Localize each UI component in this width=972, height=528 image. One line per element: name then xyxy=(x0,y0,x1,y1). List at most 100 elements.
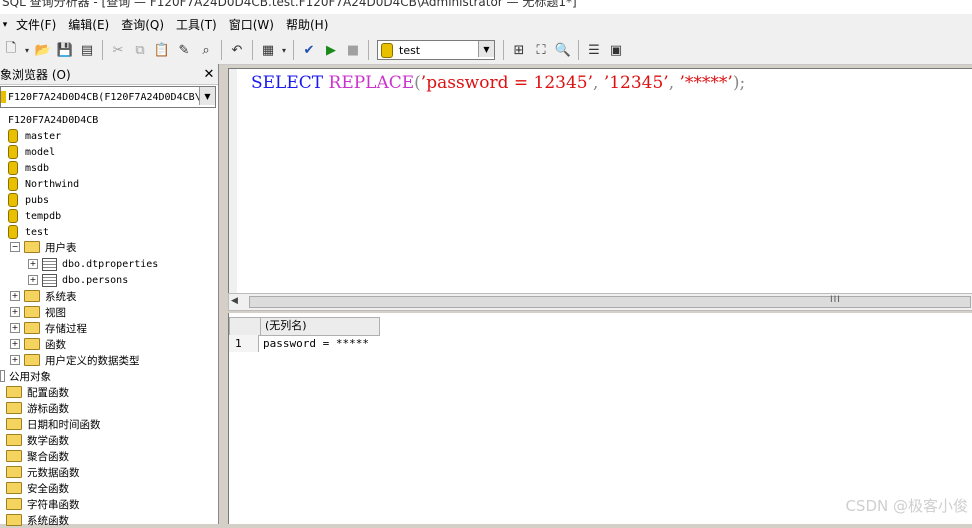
results-corner[interactable] xyxy=(229,317,261,336)
tree-folder-aggregate-functions[interactable]: 聚合函数 xyxy=(6,448,69,464)
tree-db-master[interactable]: master xyxy=(8,128,61,144)
expand-icon[interactable]: + xyxy=(10,307,20,317)
results-cell[interactable]: password = ***** xyxy=(259,335,369,352)
server-select[interactable]: F120F7A24D0D4CB(F120F7A24D0D4CB\ ▼ xyxy=(0,86,216,108)
expand-icon[interactable]: + xyxy=(28,275,38,285)
sql-string-arg3: ’*****’ xyxy=(679,73,733,93)
tree-db-tempdb[interactable]: tempdb xyxy=(8,208,61,224)
scroll-left-icon[interactable]: ◀ xyxy=(231,296,238,306)
paste-icon[interactable]: 📋 xyxy=(152,40,172,60)
editor-horizontal-scrollbar[interactable]: ◀ III xyxy=(228,293,972,311)
tree-db-model[interactable]: model xyxy=(8,144,55,160)
find-binoculars-icon[interactable]: ⌕ xyxy=(196,40,216,60)
execute-query-icon[interactable]: ▶ xyxy=(321,40,341,60)
open-folder-icon[interactable]: 📂 xyxy=(33,40,53,60)
tree-folder-user-types[interactable]: + 用户定义的数据类型 xyxy=(10,352,140,368)
chevron-down-icon[interactable]: ▼ xyxy=(199,87,215,105)
copy-icon[interactable]: ⧉ xyxy=(130,40,150,60)
tree-table-dtproperties[interactable]: + dbo.dtproperties xyxy=(28,256,158,272)
database-icon xyxy=(8,193,18,207)
folder-icon xyxy=(6,498,22,510)
expand-icon[interactable]: + xyxy=(10,291,20,301)
tree-folder-string-functions[interactable]: 字符串函数 xyxy=(6,496,80,512)
tree-db-northwind[interactable]: Northwind xyxy=(8,176,79,192)
close-icon[interactable]: ✕ xyxy=(202,67,216,82)
tree-folder-stored-procedures[interactable]: + 存储过程 xyxy=(10,320,87,336)
tree-db-msdb[interactable]: msdb xyxy=(8,160,49,176)
tree-table-persons[interactable]: + dbo.persons xyxy=(28,272,128,288)
tree-folder-system-tables[interactable]: + 系统表 xyxy=(10,288,77,304)
object-browser-toggle-icon[interactable]: ⛶ xyxy=(531,40,551,60)
menu-query[interactable]: 查询(Q) xyxy=(115,15,170,35)
clear-window-icon[interactable]: ✎ xyxy=(174,40,194,60)
tree-folder-user-tables[interactable]: − 用户表 xyxy=(10,239,77,255)
results-grid-icon[interactable]: ▦ xyxy=(258,40,278,60)
folder-icon xyxy=(6,466,22,478)
estimated-plan-icon[interactable]: ⊞ xyxy=(509,40,529,60)
results-pane-icon[interactable]: ▣ xyxy=(606,40,626,60)
menu-help[interactable]: 帮助(H) xyxy=(280,15,334,35)
results-column-header[interactable]: (无列名) xyxy=(261,317,380,336)
sql-code-line[interactable]: SELECT REPLACE(’password = 12345’, ’1234… xyxy=(251,73,745,93)
collapse-icon[interactable] xyxy=(0,370,5,382)
tree-folder-metadata-functions[interactable]: 元数据函数 xyxy=(6,464,80,480)
tree-folder-views[interactable]: + 视图 xyxy=(10,304,66,320)
tree-folder-label: 字符串函数 xyxy=(27,498,80,511)
tree-folder-label: 系统函数 xyxy=(27,514,69,527)
save-icon[interactable]: 💾 xyxy=(55,40,75,60)
expand-icon[interactable]: + xyxy=(28,259,38,269)
insert-template-icon[interactable]: ▤ xyxy=(77,40,97,60)
menu-caret-icon[interactable]: ▾ xyxy=(0,20,10,30)
tree-folder-cursor-functions[interactable]: 游标函数 xyxy=(6,400,69,416)
tree-db-label: Northwind xyxy=(25,178,80,190)
menu-window[interactable]: 窗口(W) xyxy=(223,15,280,35)
dropdown-arrow-icon[interactable]: ▾ xyxy=(280,40,288,60)
sql-close: ); xyxy=(732,73,746,93)
tree-folder-config-functions[interactable]: 配置函数 xyxy=(6,384,69,400)
toolbar-separator xyxy=(503,40,504,60)
cancel-query-icon[interactable]: ■ xyxy=(343,40,363,60)
tree-server-node[interactable]: F120F7A24D0D4CB xyxy=(8,112,98,128)
menu-file[interactable]: 文件(F) xyxy=(10,15,62,35)
tree-table-label: dbo.dtproperties xyxy=(62,258,159,270)
menu-edit[interactable]: 编辑(E) xyxy=(62,15,115,35)
query-editor[interactable]: SELECT REPLACE(’password = 12345’, ’1234… xyxy=(228,68,972,298)
tree-folder-system-functions[interactable]: 系统函数 xyxy=(6,512,69,528)
database-select[interactable]: test ▼ xyxy=(377,40,495,60)
parse-query-check-icon[interactable]: ✔ xyxy=(299,40,319,60)
cut-icon[interactable]: ✂ xyxy=(108,40,128,60)
tree-folder-math-functions[interactable]: 数学函数 xyxy=(6,432,69,448)
tree-folder-functions[interactable]: + 函数 xyxy=(10,336,66,352)
tree-folder-security-functions[interactable]: 安全函数 xyxy=(6,480,69,496)
database-icon xyxy=(8,145,18,159)
dropdown-arrow-icon[interactable]: ▾ xyxy=(23,40,31,60)
expand-icon[interactable]: + xyxy=(10,323,20,333)
expand-icon[interactable]: + xyxy=(10,355,20,365)
object-search-icon[interactable]: 🔍 xyxy=(553,40,573,60)
new-query-icon[interactable]: 🗋 xyxy=(1,40,21,60)
table-row[interactable]: 1 password = ***** xyxy=(229,335,369,352)
menu-tools[interactable]: 工具(T) xyxy=(170,15,223,35)
tree-folder-label: 游标函数 xyxy=(27,402,69,415)
sql-function-replace: REPLACE xyxy=(328,73,415,93)
tree-folder-label: 日期和时间函数 xyxy=(27,418,101,431)
sql-string-arg1: ’password = 12345’ xyxy=(420,73,593,93)
tree-folder-label: 系统表 xyxy=(45,290,77,303)
expand-icon[interactable]: + xyxy=(10,339,20,349)
properties-icon[interactable]: ☰ xyxy=(584,40,604,60)
folder-icon xyxy=(6,402,22,414)
tree-folder-datetime-functions[interactable]: 日期和时间函数 xyxy=(6,416,101,432)
tree-db-pubs[interactable]: pubs xyxy=(8,192,49,208)
folder-icon xyxy=(24,241,40,253)
results-row-number: 1 xyxy=(229,335,259,352)
scrollbar-thumb[interactable]: III xyxy=(249,295,971,308)
tree-table-label: dbo.persons xyxy=(62,274,129,286)
collapse-icon[interactable]: − xyxy=(10,242,20,252)
undo-icon[interactable]: ↶ xyxy=(227,40,247,60)
tree-db-test[interactable]: test xyxy=(8,224,49,240)
server-icon xyxy=(1,91,6,103)
toolbar-separator xyxy=(368,40,369,60)
tree-db-label: msdb xyxy=(25,162,50,174)
chevron-down-icon[interactable]: ▼ xyxy=(478,41,494,57)
tree-common-objects[interactable]: 公用对象 xyxy=(0,368,51,384)
